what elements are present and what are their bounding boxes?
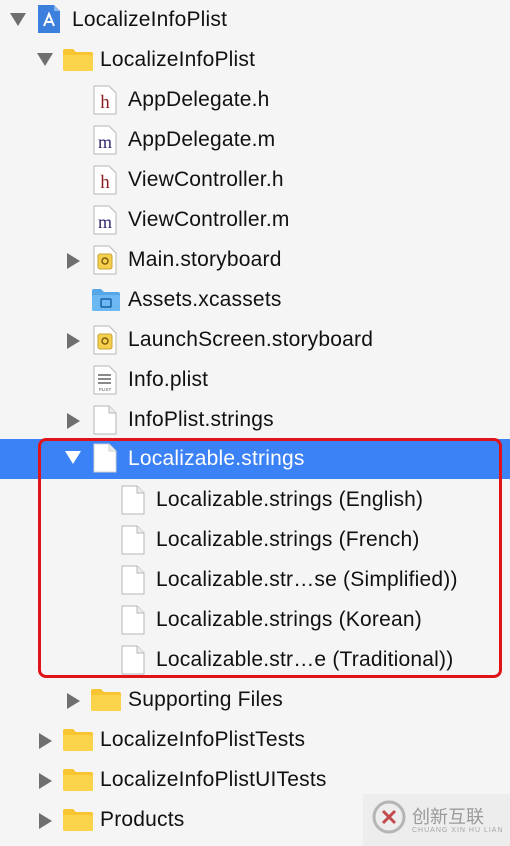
- folder-icon: [91, 689, 121, 711]
- asset-catalog-icon: [92, 289, 120, 311]
- folder-icon: [63, 729, 93, 751]
- disclosure-collapsed-icon[interactable]: [39, 813, 52, 829]
- localization-label: Localizable.str…se (Simplified)): [156, 568, 458, 591]
- svg-text:h: h: [100, 172, 110, 193]
- strings-file-icon: [93, 405, 117, 435]
- disclosure-expanded-icon[interactable]: [37, 53, 53, 66]
- strings-file-icon: [121, 485, 145, 515]
- tree-row-localization[interactable]: Localizable.str…e (Traditional)): [0, 640, 510, 680]
- tree-row-supporting-files[interactable]: Supporting Files: [0, 680, 510, 720]
- svg-text:h: h: [100, 92, 110, 113]
- implementation-file-icon: m: [93, 205, 117, 235]
- disclosure-collapsed-icon[interactable]: [67, 333, 80, 349]
- disclosure-collapsed-icon[interactable]: [67, 693, 80, 709]
- tree-row-localization[interactable]: Localizable.strings (Korean): [0, 600, 510, 640]
- file-label: Main.storyboard: [128, 248, 282, 271]
- tree-row-view-controller-h[interactable]: h ViewController.h: [0, 160, 510, 200]
- disclosure-collapsed-icon[interactable]: [39, 733, 52, 749]
- tree-row-localization[interactable]: Localizable.strings (English): [0, 480, 510, 520]
- tree-row-tests-group[interactable]: LocalizeInfoPlistTests: [0, 720, 510, 760]
- file-label: InfoPlist.strings: [128, 408, 274, 431]
- folder-icon: [63, 769, 93, 791]
- disclosure-collapsed-icon[interactable]: [67, 253, 80, 269]
- plist-file-icon: PLIST: [93, 365, 117, 395]
- tree-row-info-plist[interactable]: PLIST Info.plist: [0, 360, 510, 400]
- svg-text:m: m: [98, 212, 112, 232]
- group-label: LocalizeInfoPlistUITests: [100, 768, 327, 791]
- disclosure-collapsed-icon[interactable]: [39, 773, 52, 789]
- group-label: Products: [100, 808, 185, 831]
- strings-file-icon: [121, 565, 145, 595]
- watermark-text: 创新互联: [412, 807, 484, 828]
- file-label: AppDelegate.m: [128, 128, 276, 151]
- tree-row-project[interactable]: LocalizeInfoPlist: [0, 0, 510, 40]
- svg-text:m: m: [98, 132, 112, 152]
- file-label: ViewController.m: [128, 208, 290, 231]
- svg-text:PLIST: PLIST: [99, 387, 112, 392]
- strings-file-icon: [121, 605, 145, 635]
- tree-row-app-delegate-h[interactable]: h AppDelegate.h: [0, 80, 510, 120]
- header-file-icon: h: [93, 85, 117, 115]
- tree-row-view-controller-m[interactable]: m ViewController.m: [0, 200, 510, 240]
- folder-icon: [63, 49, 93, 71]
- tree-row-infoplist-strings[interactable]: InfoPlist.strings: [0, 400, 510, 440]
- xcode-project-icon: [38, 5, 60, 33]
- tree-row-localization[interactable]: Localizable.str…se (Simplified)): [0, 560, 510, 600]
- disclosure-expanded-icon[interactable]: [10, 13, 26, 26]
- localization-label: Localizable.strings (French): [156, 528, 420, 551]
- tree-row-app-delegate-m[interactable]: m AppDelegate.m: [0, 120, 510, 160]
- file-label: Assets.xcassets: [128, 288, 282, 311]
- header-file-icon: h: [93, 165, 117, 195]
- implementation-file-icon: m: [93, 125, 117, 155]
- group-label: LocalizeInfoPlistTests: [100, 728, 306, 751]
- strings-file-icon: [93, 443, 117, 473]
- group-label: LocalizeInfoPlist: [100, 48, 256, 71]
- folder-icon: [63, 809, 93, 831]
- tree-row-launch-screen[interactable]: LaunchScreen.storyboard: [0, 320, 510, 360]
- watermark-logo-icon: [372, 800, 406, 834]
- tree-row-localizable-selected[interactable]: Localizable.strings: [0, 439, 510, 479]
- storyboard-icon: [93, 245, 117, 275]
- storyboard-icon: [93, 325, 117, 355]
- tree-row-group[interactable]: LocalizeInfoPlist: [0, 40, 510, 80]
- disclosure-expanded-icon[interactable]: [65, 451, 81, 464]
- watermark-subtext: CHUANG XIN HU LIAN: [412, 827, 504, 834]
- tree-row-localization[interactable]: Localizable.strings (French): [0, 520, 510, 560]
- file-label: LaunchScreen.storyboard: [128, 328, 374, 351]
- project-label: LocalizeInfoPlist: [72, 8, 228, 31]
- file-label: ViewController.h: [128, 168, 284, 191]
- tree-row-assets[interactable]: Assets.xcassets: [0, 280, 510, 320]
- strings-file-icon: [121, 645, 145, 675]
- strings-file-icon: [121, 525, 145, 555]
- file-label: Localizable.strings: [128, 447, 305, 470]
- file-label: Info.plist: [128, 368, 209, 391]
- localization-label: Localizable.strings (Korean): [156, 608, 422, 631]
- disclosure-collapsed-icon[interactable]: [67, 413, 80, 429]
- localization-label: Localizable.str…e (Traditional)): [156, 648, 454, 671]
- localization-label: Localizable.strings (English): [156, 488, 424, 511]
- group-label: Supporting Files: [128, 688, 283, 711]
- tree-row-main-storyboard[interactable]: Main.storyboard: [0, 240, 510, 280]
- file-label: AppDelegate.h: [128, 88, 270, 111]
